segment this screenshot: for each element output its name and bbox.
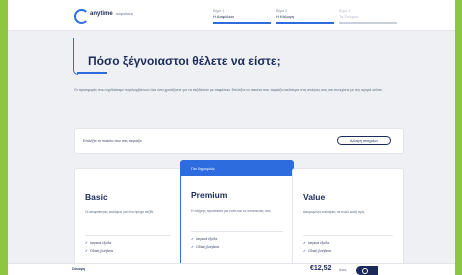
price-unit: /έτος	[339, 268, 347, 272]
plan-feature: ✓ Οδική βοήθεια	[303, 249, 331, 253]
header-bar: anytime ασφαλίσεις Βήμα 1 Η Ασφάλεια Βήμ…	[8, 0, 455, 31]
feature-label: Οδική βοήθεια	[90, 249, 113, 253]
feature-label: Ιατρικά έξοδα	[308, 241, 330, 245]
feature-label: Οδική βοήθεια	[196, 245, 219, 249]
check-icon: ✓	[85, 241, 89, 245]
notice-text: Επιλέξτε το πακέτο που σας ταιριάζει	[83, 139, 142, 143]
plan-description: Διευρυμένες καλύψεις σε πολύ καλή τιμή.	[303, 210, 365, 214]
plan-feature: ✓ Οδική βοήθεια	[191, 245, 219, 249]
step-3-label: Βήμα 3	[339, 9, 351, 13]
title-decoration	[73, 38, 78, 75]
recommended-label: Πιο δημοφιλές	[191, 167, 216, 171]
logo-tagline: ασφαλίσεις	[116, 12, 134, 16]
step-1-progress	[213, 22, 271, 24]
feature-label: Ιατρικά έξοδα	[90, 241, 112, 245]
change-details-button[interactable]: Αλλαγή στοιχείων	[337, 136, 391, 145]
plan-card-value[interactable]: Value Διευρυμένες καλύψεις σε πολύ καλή …	[292, 168, 404, 275]
feature-label: Ιατρικά έξοδα	[196, 237, 218, 241]
summary-label: Σύνοψη	[72, 267, 85, 271]
divider	[85, 235, 171, 236]
logo-text: anytime	[90, 11, 113, 17]
plan-card-premium[interactable]: Πιο δημοφιλές Premium Η πλήρης προστασία…	[180, 160, 294, 275]
plan-name: Value	[303, 192, 326, 202]
plan-card-basic[interactable]: Basic Οι απαραίτητες καλύψεις για ένα ήσ…	[74, 168, 182, 275]
step-3-name: Τα Στοιχεία	[339, 14, 359, 19]
summary-bar: Σύνοψη €12,52 /έτος	[8, 263, 455, 275]
step-3-progress	[339, 22, 397, 24]
check-icon: ✓	[191, 245, 195, 249]
plan-name: Basic	[85, 192, 108, 202]
intro-text: Οι προσφορές που σχεδιάσαμε περιλαμβάνου…	[74, 88, 383, 92]
arrow-icon	[362, 267, 368, 274]
notice-box: Επιλέξτε το πακέτο που σας ταιριάζει Αλλ…	[74, 128, 404, 154]
check-icon: ✓	[191, 237, 195, 241]
feature-label: Οδική βοήθεια	[308, 249, 331, 253]
check-icon: ✓	[303, 241, 307, 245]
plan-feature: ✓ Ιατρικά έξοδα	[191, 237, 217, 241]
step-2-progress	[276, 22, 334, 24]
step-1-name: Η Ασφάλεια	[213, 14, 234, 19]
check-icon: ✓	[85, 249, 89, 253]
step-1-label: Βήμα 1	[213, 9, 225, 13]
step-2[interactable]: Βήμα 2 Η Κάλυψη	[276, 9, 334, 24]
divider	[191, 231, 283, 232]
plan-feature: ✓ Ιατρικά έξοδα	[85, 241, 111, 245]
continue-button[interactable]	[356, 266, 378, 275]
page: anytime ασφαλίσεις Βήμα 1 Η Ασφάλεια Βήμ…	[8, 0, 455, 275]
total-price: €12,52	[310, 265, 332, 272]
page-title: Πόσο ξέγνοιαστοι θέλετε να είστε;	[88, 54, 281, 68]
recommended-banner: Πιο δημοφιλές	[181, 161, 293, 176]
plan-name: Premium	[191, 190, 228, 200]
step-2-name: Η Κάλυψη	[276, 14, 295, 19]
title-underline	[77, 72, 107, 74]
check-icon: ✓	[303, 249, 307, 253]
plan-feature: ✓ Ιατρικά έξοδα	[303, 241, 329, 245]
step-2-label: Βήμα 2	[276, 9, 288, 13]
plan-feature: ✓ Οδική βοήθεια	[85, 249, 113, 253]
divider	[303, 235, 393, 236]
logo-icon[interactable]	[74, 9, 89, 24]
plan-description: Η πλήρης προστασία για εσάς και τις αποσ…	[191, 209, 272, 213]
step-3[interactable]: Βήμα 3 Τα Στοιχεία	[339, 9, 397, 24]
step-1[interactable]: Βήμα 1 Η Ασφάλεια	[213, 9, 271, 24]
plan-description: Οι απαραίτητες καλύψεις για ένα ήσυχο τα…	[85, 210, 155, 214]
